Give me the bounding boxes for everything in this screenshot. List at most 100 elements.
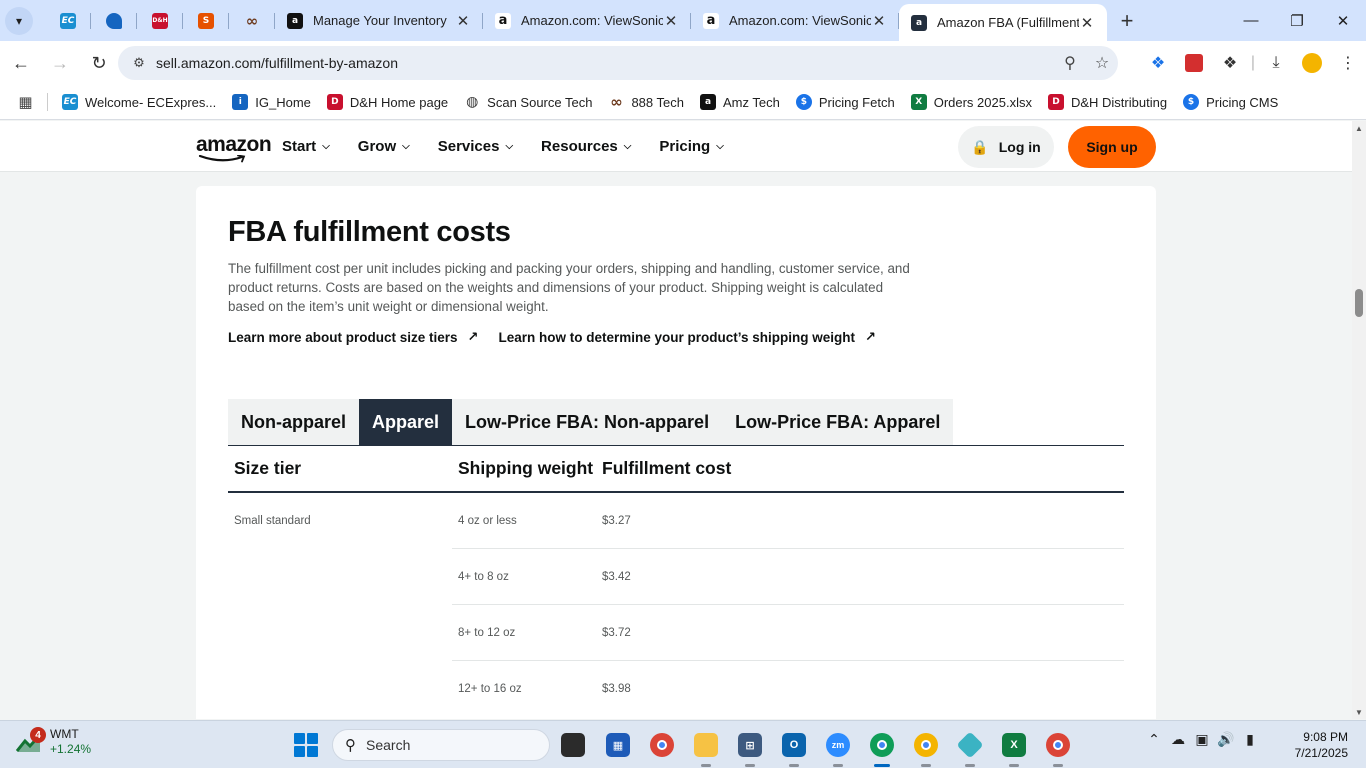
tab-close-icon[interactable]: ✕ [871, 12, 887, 30]
bookmark-ecexpress[interactable]: EC Welcome- ECExpres... [54, 88, 224, 116]
cell-shipping-weight: 12+ to 16 oz [458, 683, 522, 695]
pinned-tab-blue-app[interactable] [91, 0, 137, 41]
tab-low-price-non-apparel[interactable]: Low-Price FBA: Non-apparel [452, 399, 722, 446]
cell-shipping-weight: 4 oz or less [458, 515, 517, 527]
bookmark-888-tech[interactable]: ∞ 888 Tech [600, 88, 692, 116]
search-icon: ⚲ [345, 737, 356, 754]
display-icon[interactable]: ▣ [1190, 731, 1214, 748]
back-button[interactable]: ← [3, 45, 39, 81]
nav-start[interactable]: Start ⌵ [282, 138, 330, 155]
stock-ticker: WMT [50, 727, 79, 741]
taskbar-app-chrome-profile-2[interactable] [906, 729, 946, 767]
amazon-favicon-icon: a [287, 12, 303, 29]
tab-amazon-viewsonic-g[interactable]: a Amazon.com: ViewSonic G ✕ [483, 0, 691, 41]
taskbar-app-chrome[interactable] [642, 729, 682, 761]
tab-close-icon[interactable]: ✕ [455, 12, 471, 30]
taskbar-app-chrome-profile-1[interactable] [862, 729, 902, 767]
extension-globe-icon[interactable]: ❖ [1140, 45, 1176, 81]
tab-non-apparel[interactable]: Non-apparel [228, 399, 359, 446]
taskbar-app-diamond[interactable] [950, 729, 990, 767]
link-shipping-weight[interactable]: Learn how to determine your product’s sh… [498, 329, 875, 345]
page-scrollbar[interactable]: ▲ ▼ [1352, 121, 1366, 719]
extensions-puzzle-icon[interactable]: ❖ [1212, 45, 1248, 81]
stock-widget[interactable]: 4 WMT +1.24% [15, 727, 91, 757]
bookmark-dh-distributing[interactable]: D D&H Distributing [1040, 88, 1175, 116]
bookmark-pricing-cms[interactable]: $ Pricing CMS [1175, 88, 1286, 116]
bookmark-amz-tech[interactable]: a Amz Tech [692, 88, 788, 116]
pinned-tab-888[interactable]: ∞ [229, 0, 275, 41]
taskbar-app-file-explorer[interactable] [686, 729, 726, 767]
scrollbar-thumb[interactable] [1355, 289, 1363, 317]
tab-search-chevron-icon[interactable]: ▾ [5, 6, 33, 35]
bookmark-star-icon[interactable]: ☆ [1086, 53, 1118, 73]
nav-pricing[interactable]: Pricing ⌵ [659, 138, 723, 155]
cell-fulfillment-cost: $3.98 [602, 683, 631, 695]
taskbar-app-chrome-profile-3[interactable] [1038, 729, 1078, 767]
url-text[interactable]: sell.amazon.com/fulfillment-by-amazon [156, 55, 1054, 71]
bookmark-scan-source[interactable]: ◍ Scan Source Tech [456, 88, 600, 116]
close-window-icon[interactable]: ✕ [1320, 0, 1366, 41]
tab-amazon-fba[interactable]: a Amazon FBA (Fulfillment b ✕ [899, 4, 1107, 41]
bookmark-dh-home[interactable]: D D&H Home page [319, 88, 456, 116]
profile-avatar-icon[interactable] [1294, 45, 1330, 81]
taskbar-app-calculator[interactable]: ⊞ [730, 729, 770, 767]
nav-services[interactable]: Services ⌵ [438, 138, 513, 155]
amazon-logo[interactable]: amazon [196, 133, 272, 157]
windows-start-icon[interactable] [294, 733, 318, 757]
scroll-down-icon[interactable]: ▼ [1352, 708, 1366, 717]
dollar-icon: $ [795, 94, 812, 110]
taskbar-app-excel[interactable]: X [994, 729, 1034, 767]
extension-pdf-icon[interactable] [1176, 45, 1212, 81]
omnibox[interactable]: ⚙ sell.amazon.com/fulfillment-by-amazon … [118, 46, 1118, 80]
restore-icon[interactable]: ❐ [1274, 0, 1320, 41]
forward-button[interactable]: → [42, 45, 78, 81]
pinned-tab-dh[interactable]: D&H [137, 0, 183, 41]
apps-grid-icon[interactable]: ▦ [4, 93, 48, 111]
downloads-icon[interactable]: ⤓ [1258, 45, 1294, 81]
dh-icon: D [326, 94, 343, 110]
site-info-icon[interactable]: ⚙ [122, 55, 156, 71]
bookmark-label: D&H Distributing [1070, 94, 1168, 110]
bookmark-label: Orders 2025.xlsx [933, 94, 1032, 110]
taskbar-app-store[interactable]: ▦ [598, 729, 638, 761]
nav-grow[interactable]: Grow ⌵ [358, 138, 410, 155]
bookmark-ig-home[interactable]: i IG_Home [224, 88, 319, 116]
battery-icon[interactable]: ▮ [1238, 731, 1262, 748]
bookmark-orders-2025[interactable]: X Orders 2025.xlsx [903, 88, 1040, 116]
cell-fulfillment-cost: $3.72 [602, 627, 631, 639]
tab-low-price-apparel[interactable]: Low-Price FBA: Apparel [722, 399, 953, 446]
new-tab-button[interactable]: + [1107, 8, 1147, 34]
nav-resources[interactable]: Resources ⌵ [541, 138, 631, 155]
outlook-icon: O [782, 733, 806, 757]
taskbar-app-outlook[interactable]: O [774, 729, 814, 767]
excel-icon: X [910, 94, 927, 110]
signup-button[interactable]: Sign up [1068, 126, 1156, 168]
cell-shipping-weight: 4+ to 8 oz [458, 571, 509, 583]
tab-amazon-viewsonic-v[interactable]: a Amazon.com: ViewSonic V ✕ [691, 0, 899, 41]
onedrive-icon[interactable]: ☁ [1166, 731, 1190, 748]
running-indicator [701, 764, 711, 767]
taskbar-app-zoom[interactable]: zm [818, 729, 858, 767]
pinned-tab-s[interactable]: S [183, 0, 229, 41]
chrome-menu-icon[interactable]: ⋮ [1330, 45, 1366, 81]
taskbar-search[interactable]: ⚲ Search [332, 729, 550, 761]
888-icon: ∞ [610, 93, 623, 111]
taskbar-clock[interactable]: 9:08 PM 7/21/2025 [1282, 729, 1348, 761]
table-header: Size tier Shipping weight Fulfillment co… [228, 446, 1124, 493]
scroll-up-icon[interactable]: ▲ [1352, 124, 1366, 133]
link-size-tiers[interactable]: Learn more about product size tiers ↗ [228, 329, 478, 345]
reload-button[interactable]: ↻ [81, 45, 117, 81]
tab-close-icon[interactable]: ✕ [1079, 14, 1095, 32]
volume-icon[interactable]: 🔊 [1214, 731, 1238, 748]
zoom-magnifier-icon[interactable]: ⚲ [1054, 53, 1086, 73]
pinned-tab-ec[interactable]: EC [45, 0, 91, 41]
tab-apparel[interactable]: Apparel [359, 399, 453, 446]
login-button[interactable]: 🔒 Log in [958, 126, 1054, 168]
tab-close-icon[interactable]: ✕ [663, 12, 679, 30]
minimize-icon[interactable]: — [1228, 0, 1274, 41]
taskbar-app-task-view[interactable] [553, 729, 593, 761]
chevron-up-icon[interactable]: ⌃ [1142, 731, 1166, 748]
table-row: 8+ to 12 oz $3.72 [228, 605, 1124, 661]
tab-manage-inventory[interactable]: a Manage Your Inventory ✕ [275, 0, 483, 41]
bookmark-pricing-fetch[interactable]: $ Pricing Fetch [788, 88, 903, 116]
